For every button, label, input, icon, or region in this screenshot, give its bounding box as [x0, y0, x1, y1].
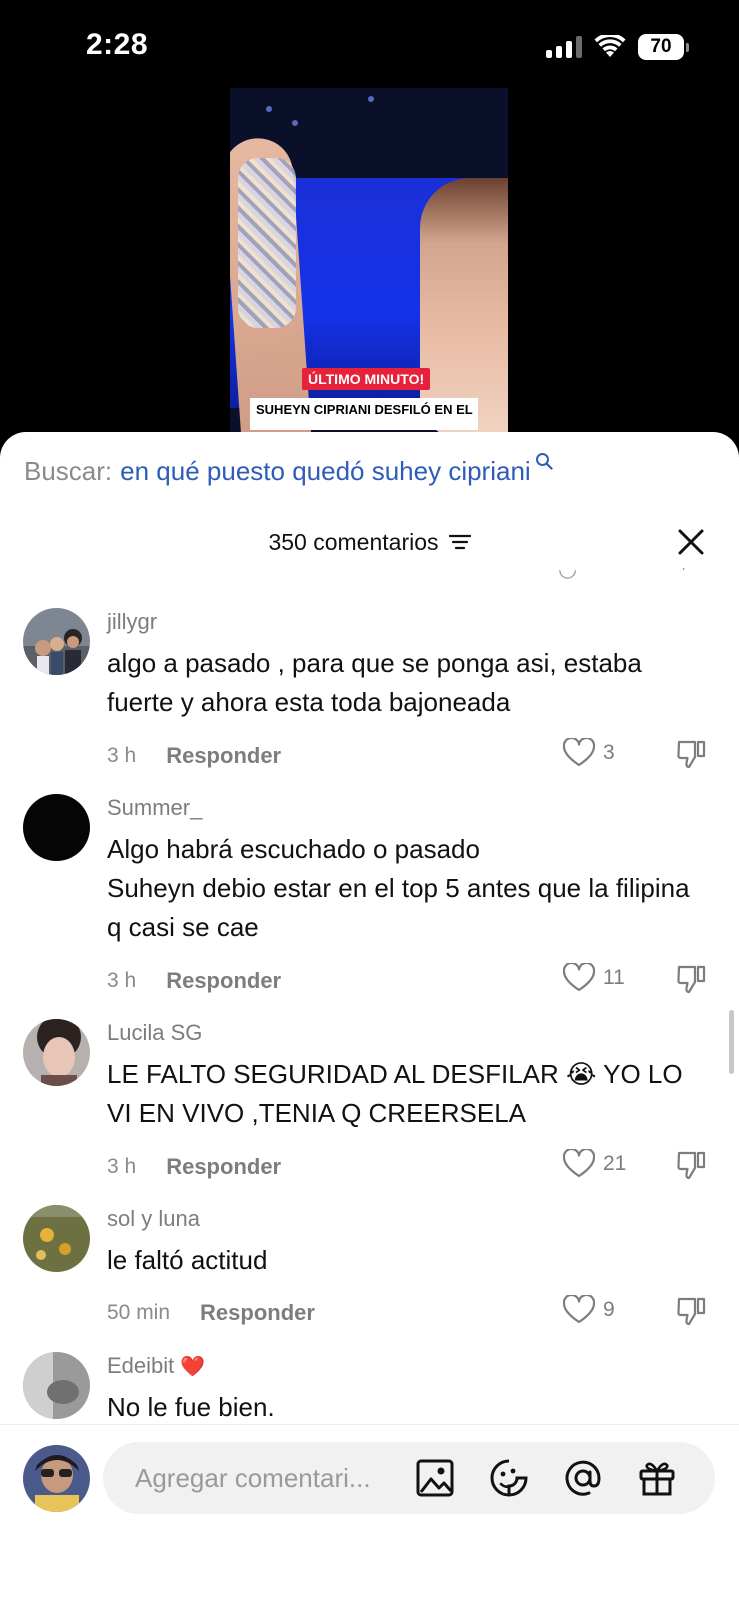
video-badge: ÚLTIMO MINUTO! — [302, 368, 431, 390]
like-button[interactable]: 9 — [563, 1295, 615, 1325]
search-icon[interactable] — [535, 452, 553, 470]
heart-icon — [563, 1149, 595, 1178]
image-icon[interactable] — [415, 1458, 455, 1498]
comment-time: 50 min — [107, 1301, 171, 1324]
status-bar: 2:28 70 — [0, 0, 739, 90]
mention-icon[interactable] — [563, 1458, 603, 1498]
comment-time: 3 h — [107, 744, 137, 767]
comment-username[interactable]: Edeibit ❤️ — [107, 1352, 699, 1380]
heart-icon — [563, 963, 595, 992]
comment-time: 3 h — [107, 969, 137, 992]
heart-emoji-badge: ❤️ — [180, 1356, 206, 1378]
comment-username[interactable]: sol y luna — [107, 1205, 699, 1233]
reply-button[interactable]: Responder — [166, 968, 281, 994]
search-query[interactable]: en qué puesto quedó suhey cipriani — [120, 456, 531, 487]
status-icons: 70 — [546, 34, 689, 60]
avatar[interactable] — [23, 1205, 90, 1272]
cellular-signal-icon — [546, 36, 582, 58]
like-button[interactable]: 3 — [563, 738, 615, 768]
wifi-icon — [594, 35, 626, 57]
dislike-icon[interactable] — [675, 1149, 707, 1181]
battery-level: 70 — [638, 34, 684, 60]
battery-indicator: 70 — [638, 34, 689, 60]
comments-count: 350 comentarios — [268, 528, 439, 555]
search-suggestion[interactable]: Buscar: en qué puesto quedó suhey cipria… — [24, 453, 553, 487]
comments-sheet: Buscar: en qué puesto quedó suhey cipria… — [0, 432, 739, 1600]
dislike-icon[interactable] — [675, 1295, 707, 1327]
sticker-icon[interactable] — [489, 1458, 529, 1498]
my-avatar[interactable] — [23, 1445, 90, 1512]
comment-username[interactable]: Lucila SG — [107, 1019, 699, 1047]
comments-header: 350 comentarios — [0, 524, 739, 560]
filter-icon[interactable] — [448, 533, 471, 551]
dislike-icon[interactable] — [675, 738, 707, 770]
avatar[interactable] — [23, 1019, 90, 1086]
avatar[interactable] — [23, 608, 90, 675]
comment-text: LE FALTO SEGURIDAD AL DESFILAR 😭 YO LO V… — [107, 1059, 683, 1128]
video-player[interactable]: ÚLTIMO MINUTO! SUHEYN CIPRIANI DESFILÓ E… — [230, 88, 508, 438]
comment-text: le faltó actitud — [107, 1245, 268, 1275]
comment-input-placeholder: Agregar comentari... — [135, 1463, 371, 1493]
reply-button[interactable]: Responder — [200, 1300, 315, 1326]
like-count: 11 — [603, 966, 625, 989]
video-caption: SUHEYN CIPRIANI DESFILÓ EN EL — [250, 398, 478, 430]
avatar[interactable] — [23, 794, 90, 861]
gift-icon[interactable] — [637, 1458, 677, 1498]
reply-button[interactable]: Responder — [166, 743, 281, 769]
like-button[interactable]: 21 — [563, 1149, 626, 1179]
like-count: 3 — [603, 741, 615, 764]
dislike-icon[interactable] — [675, 963, 707, 995]
like-button[interactable]: 11 — [563, 963, 625, 993]
comment-input[interactable]: Agregar comentari... — [103, 1442, 715, 1514]
comment-text: algo a pasado , para que se ponga asi, e… — [107, 648, 642, 717]
comment-time: 3 h — [107, 1155, 137, 1178]
reply-button[interactable]: Responder — [166, 1154, 281, 1180]
heart-icon — [563, 738, 595, 767]
video-bracelet — [238, 158, 296, 328]
comment-text: Algo habrá escuchado o pasado Suheyn deb… — [107, 834, 690, 942]
like-count: 21 — [603, 1152, 627, 1175]
comment-composer: Agregar comentari... — [0, 1424, 739, 1600]
comment-username[interactable]: Summer_ — [107, 794, 699, 822]
comment-username[interactable]: jillygr — [107, 608, 699, 636]
search-label: Buscar: — [24, 456, 113, 486]
heart-icon — [563, 1295, 595, 1324]
previous-comment-meta: ▔▔ ▔▔▔▔▔▔▔▔▔ ◡ ▔▔ ◝ — [100, 568, 700, 580]
status-time: 2:28 — [86, 28, 149, 61]
scrollbar[interactable] — [729, 1010, 734, 1074]
comment-text: No le fue bien. — [107, 1392, 275, 1422]
close-icon[interactable] — [677, 528, 705, 556]
like-count: 9 — [603, 1298, 615, 1321]
avatar[interactable] — [23, 1352, 90, 1419]
